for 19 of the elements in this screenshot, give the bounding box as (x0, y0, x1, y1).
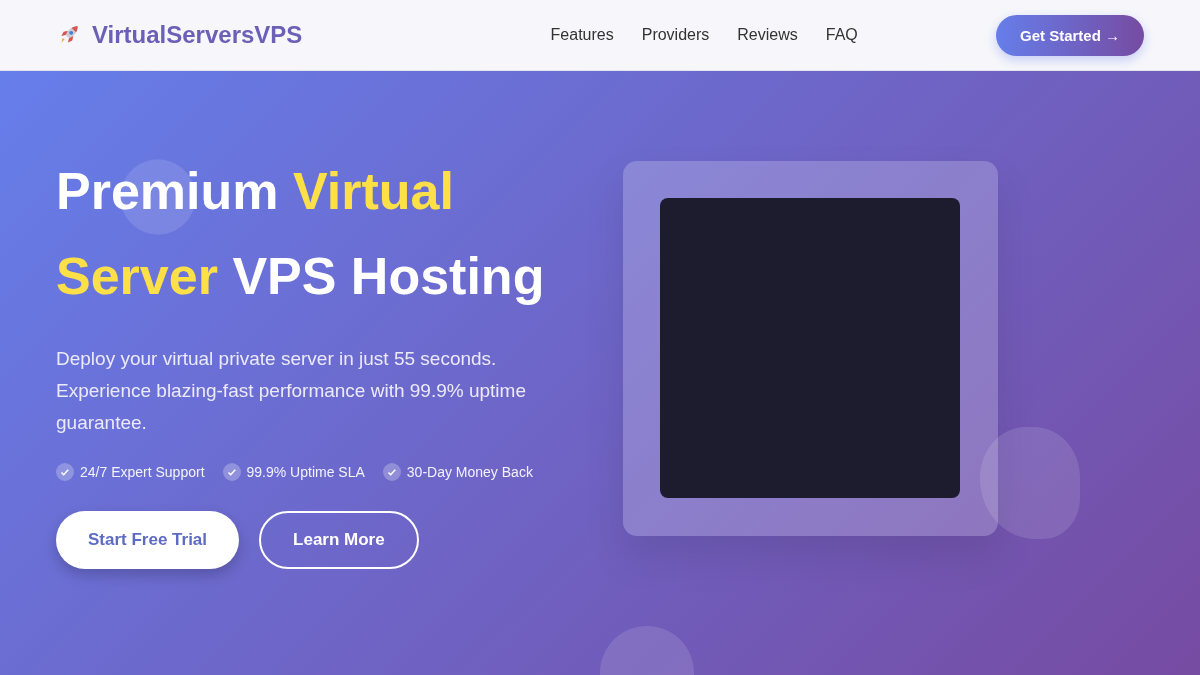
check-icon (382, 463, 401, 481)
hero-description: Deploy your virtual private server in just 55 seconds. Experience blazing-fast performance with 99.9% uptime guarantee. (56, 347, 527, 435)
nav-link[interactable]: Features (550, 26, 614, 44)
check-icon (56, 463, 74, 481)
feature-label: 30-Day Money Back (406, 464, 533, 480)
hero-title-text: Server (56, 247, 218, 305)
learn-more-button[interactable]: Learn More (259, 511, 419, 569)
hero-title-text: Premium (56, 162, 279, 220)
nav-link[interactable]: FAQ (825, 26, 858, 44)
nav-link[interactable]: Providers (641, 26, 710, 44)
logo-link[interactable]: VirtualServersVPS (56, 21, 303, 49)
nav-link[interactable]: Reviews (737, 26, 798, 44)
check-icon (222, 463, 241, 481)
get-started-button[interactable]: Get Started → (995, 14, 1144, 56)
start-trial-button[interactable]: Start Free Trial (56, 511, 240, 569)
hero-title-text: VPS Hosting (232, 247, 545, 305)
feature-label: 99.9% Uptime SLA (246, 464, 365, 480)
feature-label: 24/7 Expert Support (80, 464, 205, 480)
hero-title-text: Virtual (293, 162, 454, 220)
